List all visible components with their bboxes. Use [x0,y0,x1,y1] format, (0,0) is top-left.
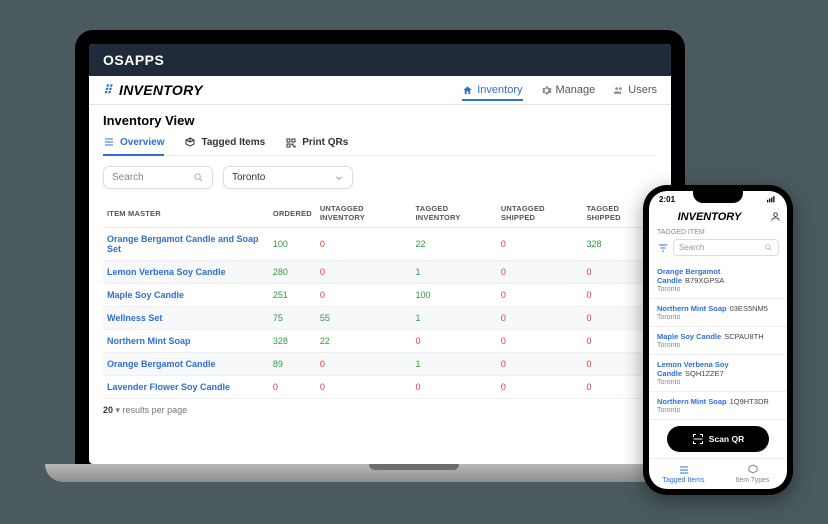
laptop-trackpad-notch [369,464,459,470]
pager-count: 20 [103,405,113,415]
table-row[interactable]: Orange Bergamot Candle and Soap Set10002… [103,228,657,261]
list-item[interactable]: Northern Mint Soap1Q9HT3DRToronto [649,392,787,420]
scan-qr-button[interactable]: Scan QR [667,426,769,452]
list-icon [103,136,115,148]
filter-controls: Search Toronto [103,166,657,189]
table-row[interactable]: Northern Mint Soap32822000 [103,330,657,353]
pager-label: results per page [123,405,188,415]
phone-tab-types[interactable]: Item Types [718,459,787,489]
list-item[interactable]: Northern Mint Soap03ES5NM5Toronto [649,299,787,327]
list-item[interactable]: Maple Soy CandleSCPAU8THToronto [649,327,787,355]
app-nav: Inventory Manage Users [462,84,657,96]
location-select[interactable]: Toronto [223,166,353,189]
laptop-frame: OSAPPS ⠿ INVENTORY Inventory Manage User… [75,30,685,470]
tab-overview[interactable]: Overview [103,136,164,156]
phone-time: 2:01 [659,195,675,205]
users-icon [613,85,624,96]
nav-inventory-label: Inventory [477,84,522,96]
tab-tagged-label: Tagged Items [201,137,265,148]
page-body: Inventory View Overview Tagged Items Pri… [89,105,671,464]
search-icon [193,172,204,183]
search-input[interactable]: Search [103,166,213,189]
phone-frame: 2:01 INVENTORY TAGGED ITEM Search Orange… [643,185,793,495]
nav-manage[interactable]: Manage [541,84,596,96]
pager[interactable]: 20 ▾ results per page [103,405,657,416]
table-row[interactable]: Lemon Verbena Soy Candle2800100 [103,261,657,284]
os-suffix: APPS [124,52,164,68]
table-row[interactable]: Maple Soy Candle251010000 [103,284,657,307]
app-header: ⠿ INVENTORY Inventory Manage Users [89,76,671,105]
list-item[interactable]: Lemon Verbena Soy CandleSQH1ZZE7Toronto [649,355,787,392]
phone-search-row: Search [649,239,787,262]
cube-icon [747,464,759,476]
search-placeholder: Search [112,172,144,183]
phone-notch [693,191,743,203]
scan-qr-label: Scan QR [709,434,744,444]
table-row[interactable]: Orange Bergamot Candle890100 [103,353,657,376]
phone-search-placeholder: Search [679,243,704,252]
home-icon [462,85,473,96]
table-row[interactable]: Wellness Set7555100 [103,307,657,330]
inventory-boxes-icon: ⠿ [103,84,115,96]
col-header[interactable]: ORDERED [269,199,316,228]
list-item[interactable]: Orange Bergamot CandleB79XGPSAToronto [649,262,787,299]
table-row[interactable]: Lavender Flower Soy Candle00000 [103,376,657,399]
phone-status-icons [767,195,777,205]
nav-users[interactable]: Users [613,84,657,96]
page-title: Inventory View [103,113,657,128]
user-icon[interactable] [770,211,781,225]
laptop-screen: OSAPPS ⠿ INVENTORY Inventory Manage User… [89,44,671,464]
list-icon [678,464,690,476]
nav-users-label: Users [628,84,657,96]
phone-item-list: Orange Bergamot CandleB79XGPSATorontoNor… [649,262,787,420]
tab-overview-label: Overview [120,137,164,148]
col-header[interactable]: ITEM MASTER [103,199,269,228]
chevron-down-icon [334,173,344,183]
nav-manage-label: Manage [556,84,596,96]
tab-tagged-items[interactable]: Tagged Items [184,136,265,155]
col-header[interactable]: TAGGED INVENTORY [411,199,496,228]
tab-print-label: Print QRs [302,137,348,148]
phone-tab-tagged[interactable]: Tagged Items [649,459,718,489]
tab-print-qrs[interactable]: Print QRs [285,136,348,155]
col-header[interactable]: UNTAGGED SHIPPED [497,199,583,228]
qr-scan-icon [692,433,704,445]
inventory-table: ITEM MASTERORDEREDUNTAGGED INVENTORYTAGG… [103,199,657,399]
phone-app-logo: INVENTORY [649,209,787,229]
view-tabs: Overview Tagged Items Print QRs [103,136,657,156]
phone-section-label: TAGGED ITEM [649,229,787,239]
os-brand-bar: OSAPPS [89,44,671,76]
cube-icon [184,137,196,149]
search-icon [764,243,773,252]
col-header[interactable]: UNTAGGED INVENTORY [316,199,412,228]
qr-icon [285,137,297,149]
app-logo: ⠿ INVENTORY [103,82,203,98]
app-logo-text: INVENTORY [119,82,203,98]
gear-icon [541,85,552,96]
filter-icon[interactable] [657,242,669,254]
phone-bottom-tabs: Tagged Items Item Types [649,458,787,489]
os-prefix: OS [103,52,124,68]
phone-screen: 2:01 INVENTORY TAGGED ITEM Search Orange… [649,191,787,489]
location-value: Toronto [232,172,265,183]
phone-search-input[interactable]: Search [673,239,779,256]
nav-inventory[interactable]: Inventory [462,84,522,101]
signal-icon [767,195,777,203]
